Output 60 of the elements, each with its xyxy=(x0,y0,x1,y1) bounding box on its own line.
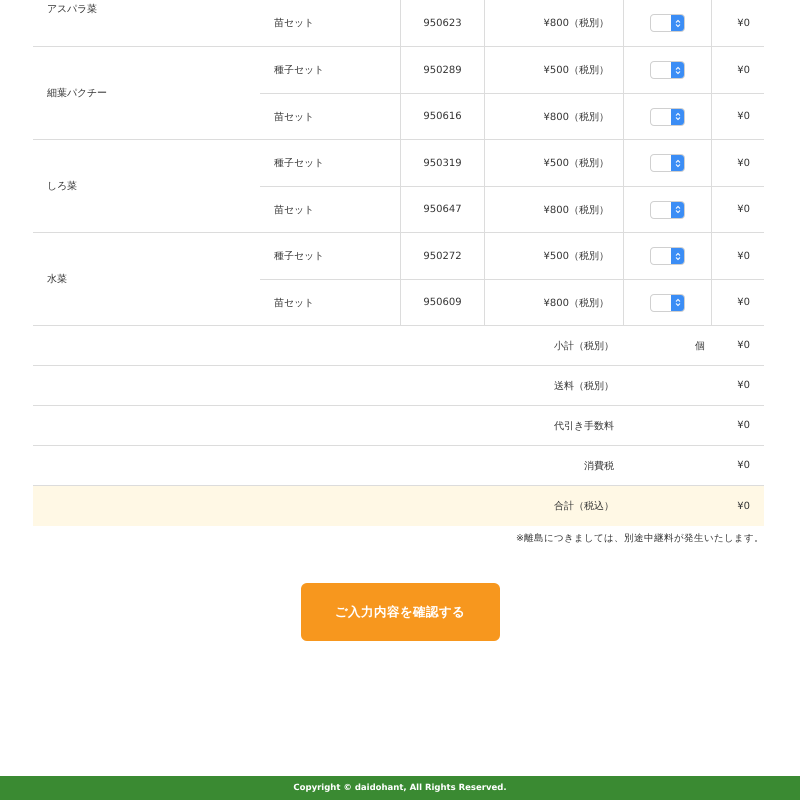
product-code: 950623 xyxy=(423,18,462,28)
product-name: アスパラ菜 xyxy=(47,2,97,16)
set-type: 苗セット xyxy=(274,296,314,310)
unit-price: ¥800（税別） xyxy=(544,204,609,216)
product-code: 950319 xyxy=(423,158,462,168)
quantity-select[interactable] xyxy=(650,154,685,172)
line-amount: ¥0 xyxy=(737,204,750,215)
line-amount: ¥0 xyxy=(737,18,750,28)
line-amount: ¥0 xyxy=(737,158,750,168)
product-code: 950289 xyxy=(423,64,462,76)
summary-value: ¥0 xyxy=(736,380,751,391)
unit-price: ¥500（税別） xyxy=(544,250,609,263)
set-type: 苗セット xyxy=(274,16,314,30)
unit-price: ¥800（税別） xyxy=(544,16,609,30)
set-type: 苗セット xyxy=(274,110,314,124)
quantity-select[interactable] xyxy=(650,14,685,32)
line-amount: ¥0 xyxy=(737,297,750,308)
shipping-note: ※離島につきましては、別途中継料が発生いたします。 xyxy=(516,532,764,545)
product-name: しろ菜 xyxy=(47,180,77,193)
set-type: 種子セット xyxy=(274,250,324,263)
summary-value: ¥0 xyxy=(736,420,751,431)
chevron-up-down-icon xyxy=(674,18,680,28)
summary-label: 合計（税込） xyxy=(553,500,614,513)
summary-label: 消費税 xyxy=(583,460,614,472)
summary-value: ¥0 xyxy=(736,460,751,471)
copyright-text: Copyright © daidohant, All Rights Reserved. xyxy=(293,783,507,793)
quantity-select[interactable] xyxy=(650,247,685,265)
confirm-button[interactable]: ご入力内容を確認する xyxy=(300,583,500,641)
quantity-select[interactable] xyxy=(650,108,685,126)
summary-label: 代引き手数料 xyxy=(553,420,614,432)
chevron-up-down-icon xyxy=(674,66,680,74)
chevron-up-down-icon xyxy=(674,298,680,307)
unit-label: 個 xyxy=(695,340,705,352)
unit-price: ¥500（税別） xyxy=(544,64,609,77)
summary-value: ¥0 xyxy=(736,500,751,512)
quantity-select[interactable] xyxy=(650,61,685,79)
product-code: 950647 xyxy=(423,204,462,215)
product-code: 950272 xyxy=(423,250,462,262)
quantity-select[interactable] xyxy=(650,294,685,312)
line-amount: ¥0 xyxy=(737,111,750,122)
chevron-up-down-icon xyxy=(674,112,680,121)
summary-label: 小計（税別） xyxy=(553,340,614,352)
summary-label: 送料（税別） xyxy=(553,380,614,392)
product-code: 950609 xyxy=(423,297,462,308)
unit-price: ¥500（税別） xyxy=(544,156,609,170)
product-name: 細葉パクチー xyxy=(47,86,107,100)
chevron-up-down-icon xyxy=(674,205,680,214)
product-code: 950616 xyxy=(423,111,462,122)
set-type: 種子セット xyxy=(274,64,324,77)
product-name: 水菜 xyxy=(47,272,67,286)
unit-price: ¥800（税別） xyxy=(544,296,609,310)
summary-value: ¥0 xyxy=(736,340,751,351)
set-type: 種子セット xyxy=(274,157,324,170)
unit-price: ¥800（税別） xyxy=(544,110,609,124)
set-type: 苗セット xyxy=(274,204,314,216)
chevron-up-down-icon xyxy=(674,158,680,168)
line-amount: ¥0 xyxy=(737,64,750,76)
chevron-up-down-icon xyxy=(674,252,680,260)
line-amount: ¥0 xyxy=(737,250,750,262)
quantity-select[interactable] xyxy=(650,200,685,218)
